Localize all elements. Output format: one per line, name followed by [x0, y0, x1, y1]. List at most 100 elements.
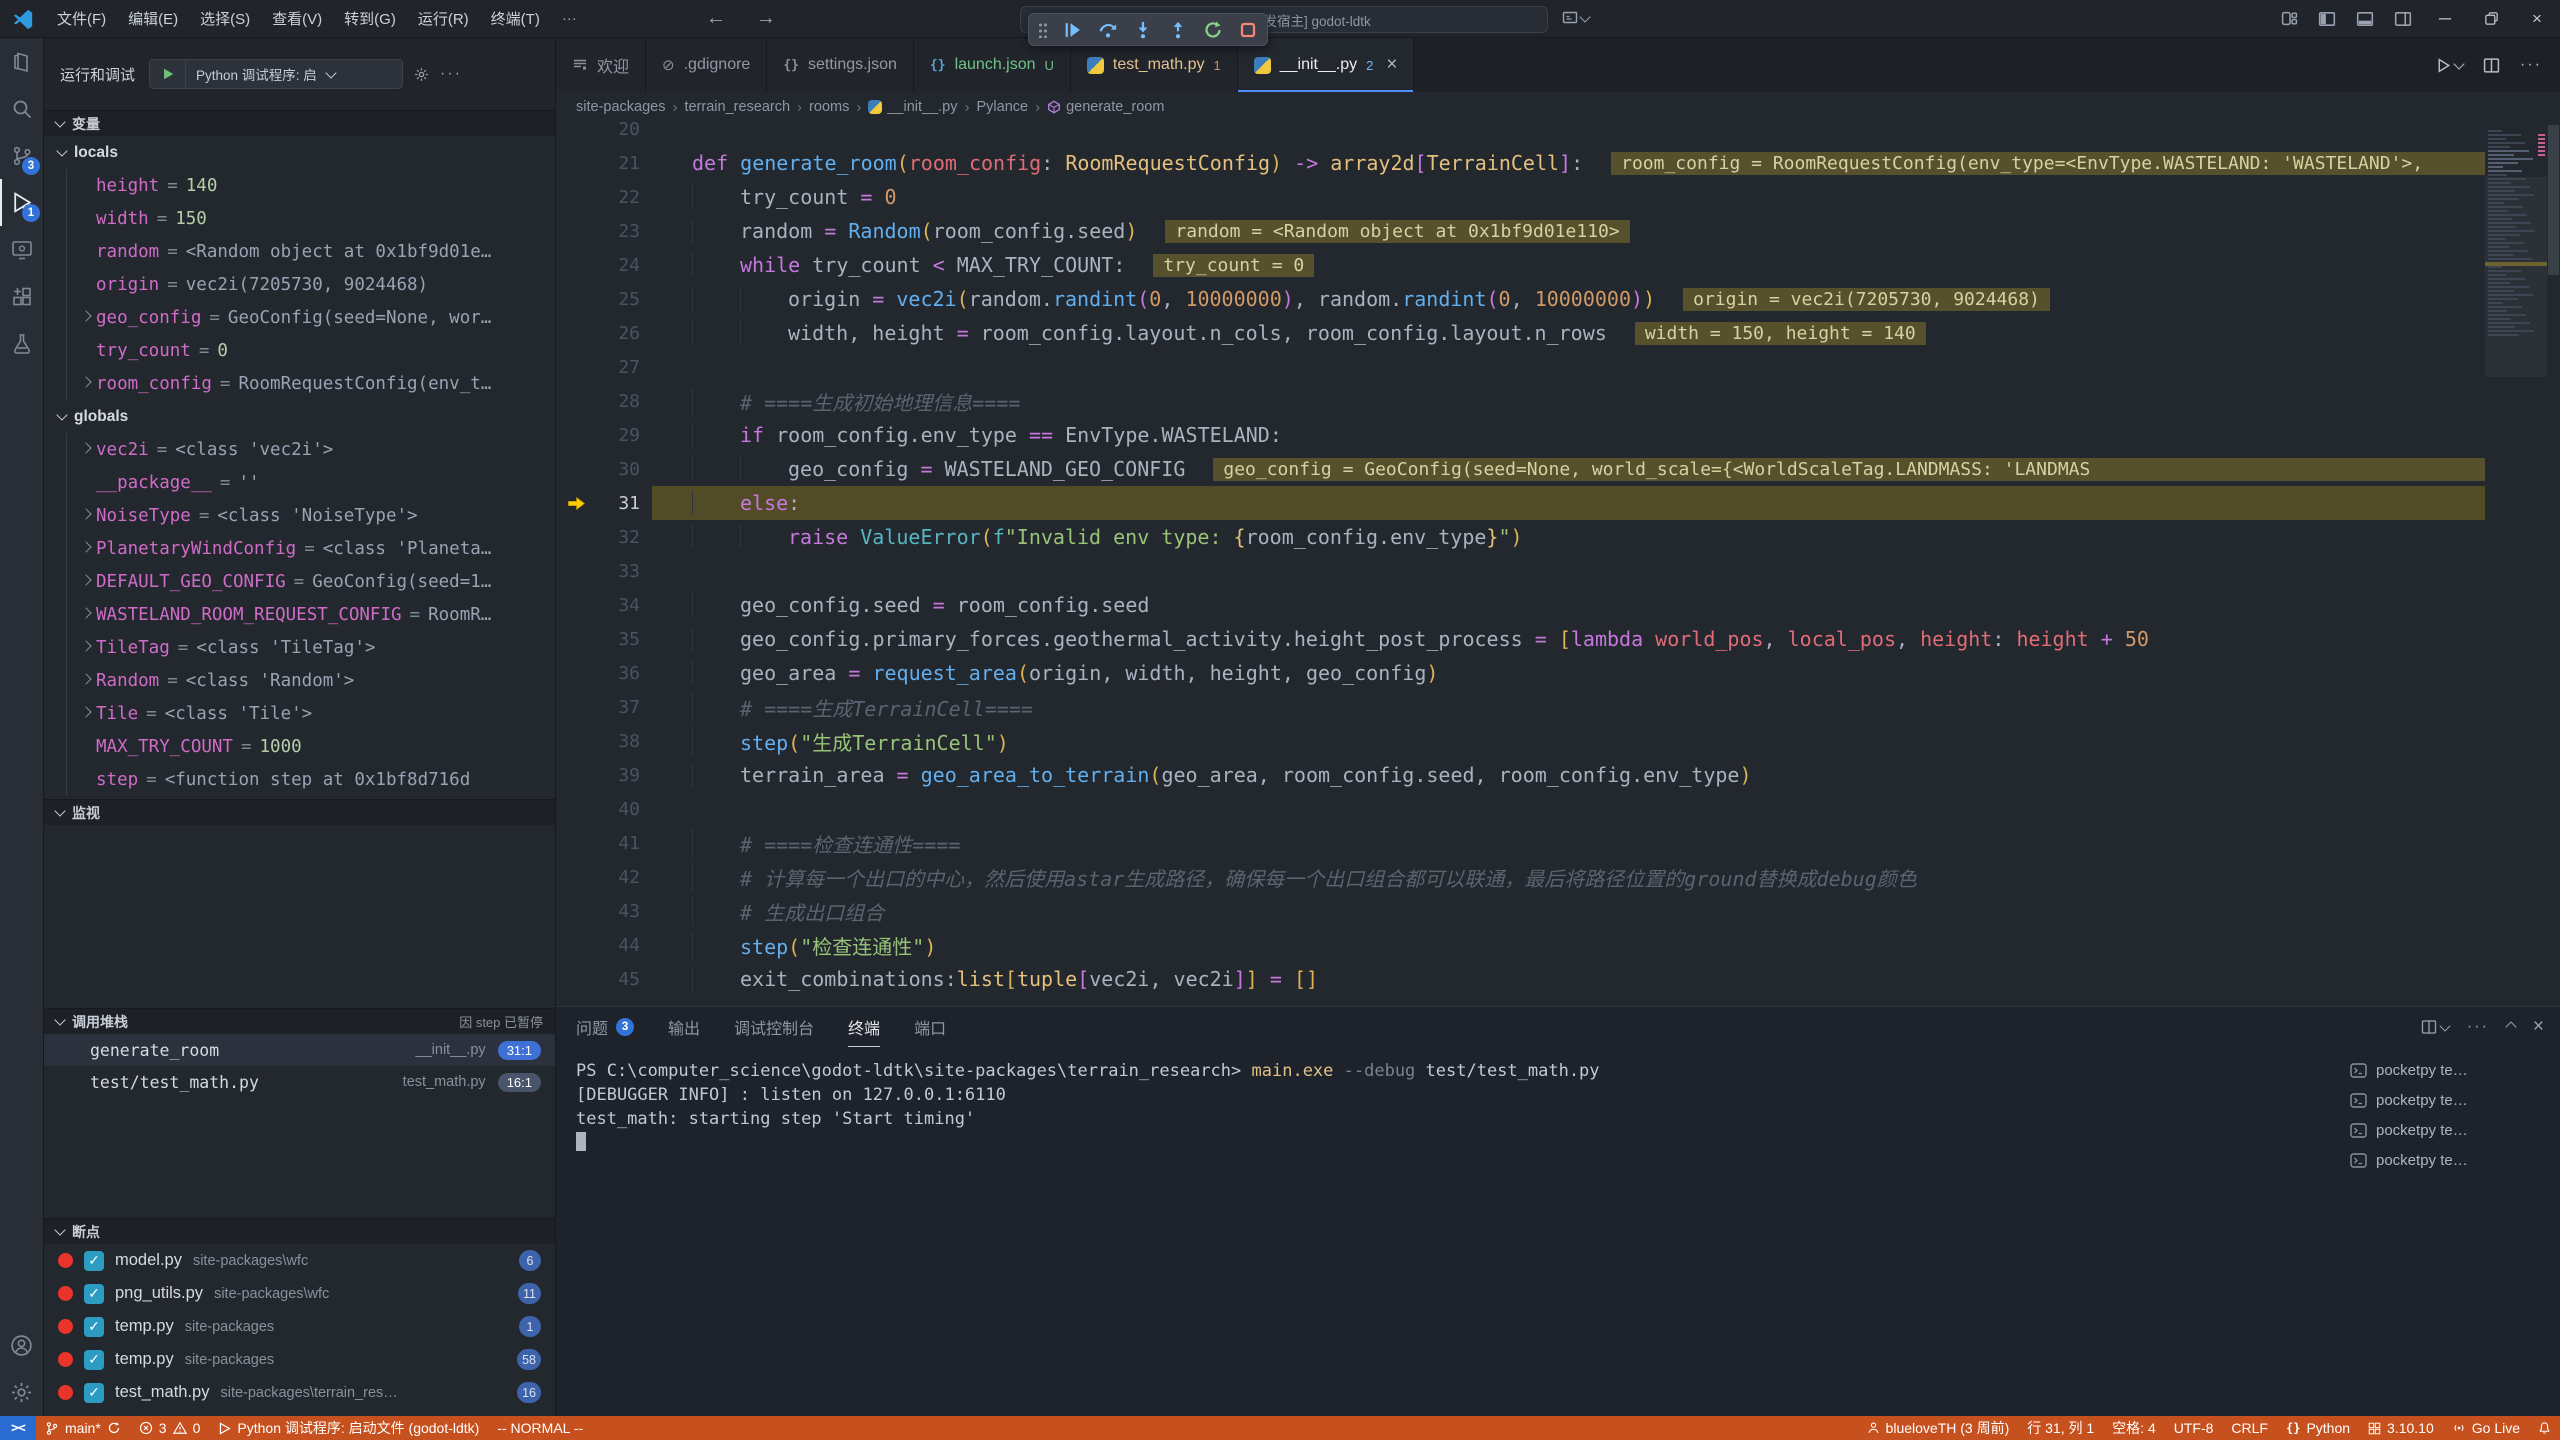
split-terminal-button[interactable]	[2421, 1019, 2449, 1035]
debug-step-over-button[interactable]	[1098, 20, 1118, 40]
menu-item[interactable]: 选择(S)	[189, 0, 261, 37]
code-line-20[interactable]: 20	[556, 122, 2485, 146]
debug-continue-button[interactable]	[1063, 20, 1083, 40]
breakpoint-row[interactable]: ✓model.pysite-packages\wfc6	[44, 1244, 555, 1277]
code-line-27[interactable]: 27	[556, 350, 2485, 384]
launch-config-select[interactable]: Python 调试程序: 启	[185, 59, 403, 89]
close-tab-icon[interactable]: ×	[1386, 54, 1397, 76]
accounts-icon[interactable]	[0, 1322, 43, 1369]
code-line-33[interactable]: 33	[556, 554, 2485, 588]
views-more-actions[interactable]: ···	[440, 65, 462, 83]
breadcrumb-item[interactable]: Pylance	[976, 99, 1028, 115]
variable-scope[interactable]: locals	[44, 136, 555, 169]
watch-section-header[interactable]: 监视	[44, 799, 555, 825]
expand-icon[interactable]	[80, 310, 91, 321]
variable-row[interactable]: DEFAULT_GEO_CONFIG=GeoConfig(seed=1…	[67, 565, 555, 598]
status-item[interactable]: UTF-8	[2165, 1416, 2223, 1440]
debug-step-into-button[interactable]	[1133, 20, 1153, 40]
breakpoint-checkbox[interactable]: ✓	[84, 1251, 104, 1271]
status-item-grid[interactable]: 3.10.10	[2359, 1416, 2443, 1440]
terminal-list-item[interactable]: pocketpy te…	[2342, 1115, 2546, 1145]
status-item-branch[interactable]: main*	[36, 1416, 130, 1440]
breadcrumb-item[interactable]: rooms	[809, 99, 849, 115]
code-line-44[interactable]: 44step("检查连通性")	[556, 928, 2485, 962]
editor-more-actions[interactable]: ···	[2520, 56, 2542, 74]
breakpoint-row[interactable]: ✓temp.pysite-packages1	[44, 1310, 555, 1343]
close-panel-icon[interactable]: ×	[2533, 1016, 2544, 1038]
editor-tab[interactable]: ⊘.gdignore	[646, 38, 767, 92]
variable-row[interactable]: MAX_TRY_COUNT=1000	[67, 730, 555, 763]
expand-icon[interactable]	[80, 442, 91, 453]
variable-row[interactable]: random=<Random object at 0x1bf9d01e…	[67, 235, 555, 268]
close-window-button[interactable]: ×	[2514, 0, 2560, 37]
breadcrumb-item[interactable]: __init__.py	[868, 99, 957, 115]
variable-row[interactable]: __package__=''	[67, 466, 555, 499]
expand-icon[interactable]	[80, 706, 91, 717]
code-line-45[interactable]: 45exit_combinations:list[tuple[vec2i, ve…	[556, 962, 2485, 996]
editor-tab[interactable]: {}settings.json	[767, 38, 914, 92]
status-item-person[interactable]: blueloveTH (3 周前)	[1858, 1416, 2019, 1440]
code-line-22[interactable]: 22try_count = 0	[556, 180, 2485, 214]
code-line-28[interactable]: 28# ====生成初始地理信息====	[556, 384, 2485, 418]
minimize-button[interactable]: ─	[2422, 0, 2468, 37]
remote-explorer-icon[interactable]	[0, 226, 43, 273]
variable-scope[interactable]: globals	[44, 400, 555, 433]
expand-icon[interactable]	[80, 376, 91, 387]
variable-row[interactable]: PlanetaryWindConfig=<class 'Planeta…	[67, 532, 555, 565]
panel-tab[interactable]: 输出	[668, 1007, 700, 1047]
breakpoint-checkbox[interactable]: ✓	[84, 1284, 104, 1304]
breakpoint-row[interactable]: ✓temp.pysite-packages58	[44, 1343, 555, 1376]
debug-restart-button[interactable]	[1203, 20, 1223, 40]
code-line-21[interactable]: 21def generate_room(room_config: RoomReq…	[556, 146, 2485, 180]
nav-forward-icon[interactable]: →	[756, 7, 776, 30]
debug-settings-gear-icon[interactable]	[413, 66, 430, 83]
start-debug-button[interactable]	[149, 59, 185, 89]
code-line-38[interactable]: 38step("生成TerrainCell")	[556, 724, 2485, 758]
variable-row[interactable]: step=<function step at 0x1bf8d716d	[67, 763, 555, 796]
expand-icon[interactable]	[80, 640, 91, 651]
code-line-29[interactable]: 29if room_config.env_type == EnvType.WAS…	[556, 418, 2485, 452]
status-item-bell[interactable]	[2529, 1416, 2560, 1440]
code-editor[interactable]: 2021def generate_room(room_config: RoomR…	[556, 122, 2560, 1006]
toggle-panel-icon[interactable]	[2346, 0, 2384, 37]
variable-row[interactable]: try_count=0	[67, 334, 555, 367]
editor-scrollbar[interactable]	[2547, 122, 2560, 1006]
split-editor-icon[interactable]	[2483, 57, 2500, 74]
expand-icon[interactable]	[80, 508, 91, 519]
variable-row[interactable]: geo_config=GeoConfig(seed=None, wor…	[67, 301, 555, 334]
panel-tab[interactable]: 调试控制台	[734, 1007, 814, 1047]
code-line-34[interactable]: 34geo_config.seed = room_config.seed	[556, 588, 2485, 622]
menu-item[interactable]: 终端(T)	[480, 0, 551, 37]
explorer-icon[interactable]	[0, 38, 43, 85]
variable-row[interactable]: Tile=<class 'Tile'>	[67, 697, 555, 730]
terminal-output[interactable]: PS C:\computer_science\godot-ldtk\site-p…	[556, 1047, 2560, 1155]
remote-window-icon[interactable]	[1562, 10, 1589, 26]
toggle-secondary-sidebar-icon[interactable]	[2384, 0, 2422, 37]
code-line-42[interactable]: 42# 计算每一个出口的中心，然后使用astar生成路径，确保每一个出口组合都可…	[556, 860, 2485, 894]
panel-tab[interactable]: 问题3	[576, 1007, 634, 1047]
variables-section-header[interactable]: 变量	[44, 110, 555, 136]
code-line-25[interactable]: 25origin = vec2i(random.randint(0, 10000…	[556, 282, 2485, 316]
code-line-35[interactable]: 35geo_config.primary_forces.geothermal_a…	[556, 622, 2485, 656]
panel-tab[interactable]: 终端	[848, 1007, 880, 1047]
expand-icon[interactable]	[80, 673, 91, 684]
extensions-icon[interactable]	[0, 273, 43, 320]
run-and-debug-icon[interactable]: 1	[0, 179, 43, 226]
breakpoint-checkbox[interactable]: ✓	[84, 1383, 104, 1403]
code-line-31[interactable]: 31else:	[556, 486, 2485, 520]
menu-item[interactable]: 编辑(E)	[117, 0, 189, 37]
breakpoint-row[interactable]: ✓png_utils.pysite-packages\wfc11	[44, 1277, 555, 1310]
toggle-sidebar-icon[interactable]	[2308, 0, 2346, 37]
code-line-39[interactable]: 39terrain_area = geo_area_to_terrain(geo…	[556, 758, 2485, 792]
code-line-43[interactable]: 43# 生成出口组合	[556, 894, 2485, 928]
menu-item[interactable]: 运行(R)	[407, 0, 480, 37]
code-line-36[interactable]: 36geo_area = request_area(origin, width,…	[556, 656, 2485, 690]
variable-row[interactable]: NoiseType=<class 'NoiseType'>	[67, 499, 555, 532]
status-item[interactable]: CRLF	[2222, 1416, 2277, 1440]
status-item[interactable]: -- NORMAL --	[488, 1416, 592, 1440]
variable-row[interactable]: TileTag=<class 'TileTag'>	[67, 631, 555, 664]
editor-tab[interactable]: __init__.py2×	[1238, 38, 1415, 92]
panel-tab[interactable]: 端口	[914, 1007, 946, 1047]
code-line-41[interactable]: 41# ====检查连通性====	[556, 826, 2485, 860]
settings-gear-icon[interactable]	[0, 1369, 43, 1416]
